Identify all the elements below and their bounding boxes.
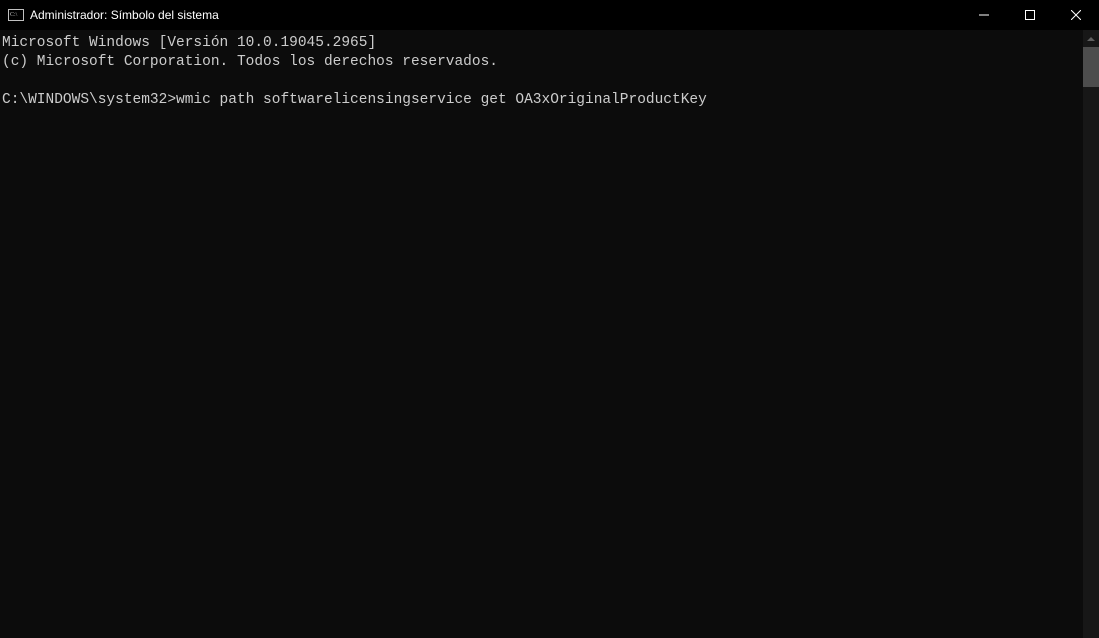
output-line: (c) Microsoft Corporation. Todos los der… (2, 54, 498, 70)
command-input[interactable]: wmic path softwarelicensingservice get O… (176, 92, 707, 108)
terminal-output[interactable]: Microsoft Windows [Versión 10.0.19045.29… (0, 30, 1083, 638)
cmd-icon: C:\ (8, 7, 24, 23)
scroll-thumb[interactable] (1083, 47, 1099, 87)
window-title: Administrador: Símbolo del sistema (30, 8, 219, 22)
titlebar-left: C:\ Administrador: Símbolo del sistema (0, 7, 219, 23)
prompt: C:\WINDOWS\system32> (2, 92, 176, 108)
content-area: Microsoft Windows [Versión 10.0.19045.29… (0, 30, 1099, 638)
prompt-line: C:\WINDOWS\system32>wmic path softwareli… (2, 92, 707, 108)
close-button[interactable] (1053, 0, 1099, 30)
svg-text:C:\: C:\ (10, 12, 18, 18)
vertical-scrollbar[interactable] (1083, 30, 1099, 638)
output-line: Microsoft Windows [Versión 10.0.19045.29… (2, 35, 376, 51)
cmd-window: C:\ Administrador: Símbolo del sistema M… (0, 0, 1099, 638)
minimize-button[interactable] (961, 0, 1007, 30)
maximize-button[interactable] (1007, 0, 1053, 30)
window-controls (961, 0, 1099, 30)
titlebar[interactable]: C:\ Administrador: Símbolo del sistema (0, 0, 1099, 30)
scroll-up-arrow-icon[interactable] (1083, 30, 1099, 47)
